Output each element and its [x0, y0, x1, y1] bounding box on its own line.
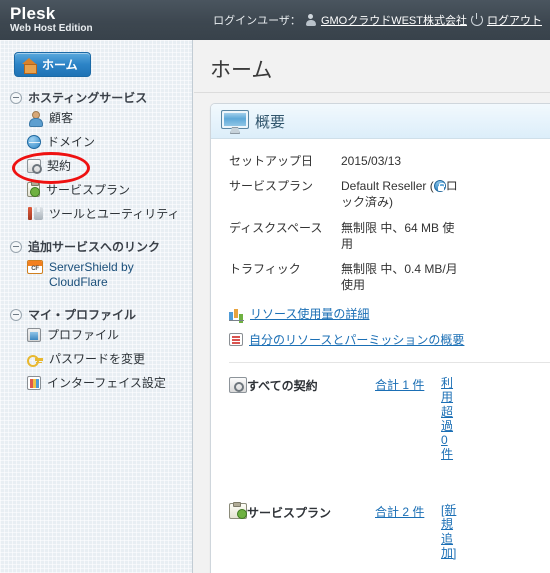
stat-name: すべての契約 [247, 379, 318, 394]
cloudflare-icon [27, 260, 43, 274]
sidebar-section-header-hosting[interactable]: ホスティングサービス [0, 89, 192, 106]
sidebar-item-change-password[interactable]: パスワードを変更 [0, 347, 192, 371]
stat-row-subscriptions: すべての契約 合計 1 件 利用超過 0 件 [229, 363, 550, 465]
tools-icon [27, 206, 43, 222]
service-plan-icon [27, 181, 40, 197]
login-user-label: ログインユーザ： [213, 15, 301, 27]
sidebar-item-label: 顧客 [49, 111, 74, 125]
list-icon [229, 333, 243, 347]
page-title: ホーム [194, 40, 550, 93]
info-row-key: セットアップ日 [229, 154, 314, 168]
sidebar-section-title: 追加サービスへのリンク [28, 240, 161, 254]
collapse-minus-icon[interactable] [10, 240, 22, 253]
info-row-value: Default Reseller (ロック済み) [341, 178, 461, 210]
logged-in-user-link[interactable]: GMOクラウドWEST株式会社 [321, 12, 467, 28]
overview-panel-title: 概要 [255, 113, 286, 131]
sidebar-item-label: ドメイン [47, 135, 96, 149]
globe-icon [27, 135, 41, 149]
sidebar-home-button[interactable]: ホーム [14, 52, 91, 77]
info-row-key: サービスプラン [229, 179, 314, 194]
sidebar-item-label: インターフェイス設定 [47, 376, 166, 390]
bar-chart-icon [229, 307, 244, 321]
sidebar-item-tools-utilities[interactable]: ツールとユーティリティ [0, 202, 192, 226]
sidebar-section-header-additional[interactable]: 追加サービスへのリンク [0, 238, 192, 255]
resource-usage-link[interactable]: リソース使用量の詳細 [250, 305, 369, 322]
sidebar-item-service-plans[interactable]: サービスプラン [0, 178, 192, 202]
service-plan-icon [229, 502, 247, 520]
monitor-icon [221, 110, 249, 132]
profile-icon [27, 328, 41, 342]
stat-count: 合計 2 件 [375, 503, 441, 520]
stat-row-service-plans: サービスプラン 合計 2 件 [新規追加] [229, 465, 550, 564]
interface-settings-icon [27, 376, 41, 390]
info-row-value: 無制限 中、0.4 MB/月 使用 [341, 261, 458, 293]
info-row-setup-date: セットアップ日 2015/03/13 [229, 149, 550, 174]
subscription-icon [229, 377, 247, 394]
top-header-bar: Plesk Web Host Edition ログインユーザ： GMOクラウドW… [0, 0, 550, 40]
collapse-minus-icon[interactable] [10, 308, 22, 321]
sidebar-item-label: パスワードを変更 [49, 352, 146, 366]
sidebar-section-header-profile[interactable]: マイ・プロファイル [0, 306, 192, 323]
sidebar-home-label: ホーム [42, 58, 78, 72]
key-icon [27, 352, 43, 367]
logout-link[interactable]: ログアウト [487, 12, 542, 28]
info-row-traffic: トラフィック 無制限 中、0.4 MB/月 使用 [229, 257, 550, 298]
header-user-area: ログインユーザ： GMOクラウドWEST株式会社 ログアウト [213, 12, 550, 28]
sidebar: ホーム ホスティングサービス 顧客 ドメイン 契約 サービスプラン ツールとユー… [0, 40, 193, 573]
sidebar-item-subscriptions[interactable]: 契約 [0, 154, 192, 178]
brand-edition: Web Host Edition [10, 23, 93, 35]
subscriptions-overused-link[interactable]: 利用超過 0 件 [441, 376, 453, 461]
collapse-minus-icon[interactable] [10, 91, 22, 104]
sidebar-section-title: マイ・プロファイル [28, 308, 137, 322]
sidebar-item-customers[interactable]: 顧客 [0, 106, 192, 130]
service-plan-name: Default Reseller ( [341, 179, 434, 194]
sidebar-section-my-profile: マイ・プロファイル プロファイル パスワードを変更 インターフェイス設定 [0, 306, 192, 395]
service-plans-total-link[interactable]: 合計 2 件 [375, 505, 424, 519]
sidebar-item-label: サービスプラン [46, 183, 131, 197]
home-icon [22, 57, 37, 74]
stat-name: サービスプラン [247, 506, 332, 521]
permissions-overview-link-row: 自分のリソースとパーミッションの概要 [229, 324, 550, 350]
customer-icon [27, 110, 43, 127]
sidebar-section-hosting: ホスティングサービス 顧客 ドメイン 契約 サービスプラン ツールとユーティリテ… [0, 89, 192, 226]
power-icon [471, 13, 483, 26]
plesk-page: Plesk Web Host Edition ログインユーザ： GMOクラウドW… [0, 0, 550, 573]
info-row-key: トラフィック [229, 261, 301, 276]
main-content: ホーム 概要 セットアップ日 2015/03/13 サービスプラン Defaul… [194, 40, 550, 573]
sidebar-item-label: 契約 [47, 159, 72, 173]
sidebar-item-label: ツールとユーティリティ [49, 207, 180, 221]
sidebar-item-profile[interactable]: プロファイル [0, 323, 192, 347]
brand-name: Plesk [10, 4, 56, 24]
info-row-value: 2015/03/13 [341, 154, 402, 168]
resource-usage-link-row: リソース使用量の詳細 [229, 298, 550, 324]
sidebar-item-label: ServerShield by CloudFlare [49, 260, 134, 289]
subscriptions-total-link[interactable]: 合計 1 件 [375, 378, 424, 392]
sidebar-item-servershield[interactable]: ServerShield by CloudFlare [0, 255, 192, 294]
stat-count: 合計 1 件 [375, 376, 441, 393]
info-row-value: 無制限 中、64 MB 使用 [341, 220, 455, 251]
overview-panel-body: セットアップ日 2015/03/13 サービスプラン Default Resel… [211, 139, 550, 573]
sidebar-item-domains[interactable]: ドメイン [0, 130, 192, 154]
brand-logo: Plesk Web Host Edition [0, 5, 93, 34]
overview-panel: 概要 セットアップ日 2015/03/13 サービスプラン Default Re… [210, 103, 550, 573]
info-row-disk-space: ディスクスペース 無制限 中、64 MB 使用 [229, 216, 550, 257]
lock-icon [433, 180, 446, 193]
permissions-overview-link[interactable]: 自分のリソースとパーミッションの概要 [249, 331, 464, 348]
subscription-icon [27, 159, 42, 174]
service-plans-add-new-link[interactable]: [新規追加] [441, 503, 456, 560]
sidebar-section-title: ホスティングサービス [28, 91, 148, 105]
info-row-service-plan: サービスプラン Default Reseller (ロック済み) [229, 174, 550, 215]
info-row-key: ディスクスペース [229, 220, 323, 235]
sidebar-item-interface-settings[interactable]: インターフェイス設定 [0, 371, 192, 395]
overview-panel-header: 概要 [211, 104, 550, 139]
sidebar-item-label: プロファイル [47, 328, 120, 342]
user-icon [305, 13, 317, 27]
sidebar-section-additional-services: 追加サービスへのリンク ServerShield by CloudFlare [0, 238, 192, 294]
